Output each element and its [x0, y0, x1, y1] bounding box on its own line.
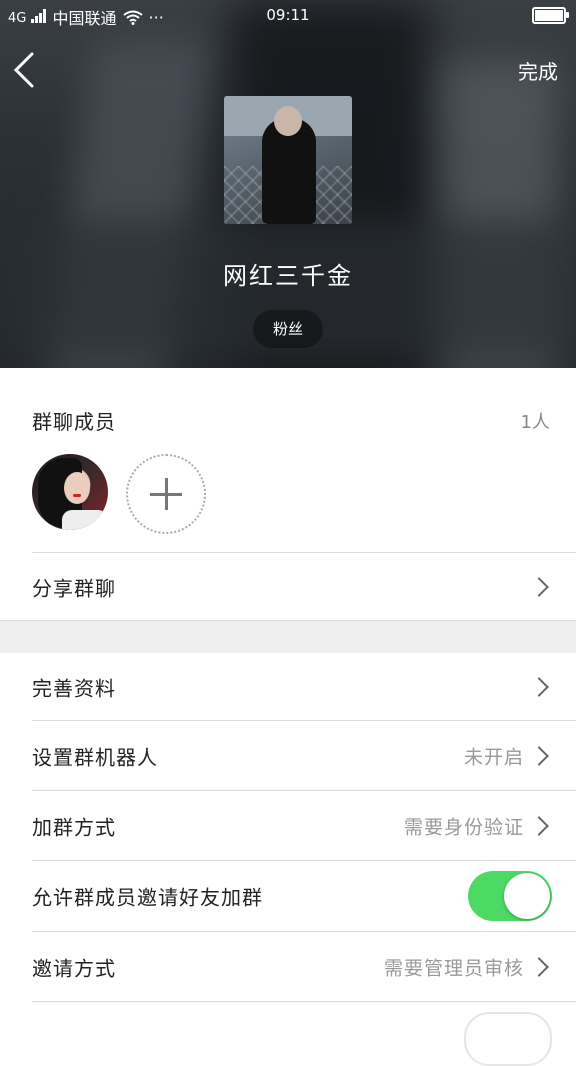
group-avatar[interactable] — [224, 96, 352, 224]
complete-profile-row[interactable]: 完善资料 — [0, 653, 576, 720]
add-member-button[interactable] — [126, 454, 206, 534]
join-method-row[interactable]: 加群方式 需要身份验证 — [0, 791, 576, 860]
invite-method-row[interactable]: 邀请方式 需要管理员审核 — [0, 932, 576, 1001]
done-button[interactable]: 完成 — [518, 56, 558, 85]
group-robot-label: 设置群机器人 — [32, 745, 158, 769]
share-group-row[interactable]: 分享群聊 — [0, 553, 576, 620]
allow-invite-toggle[interactable] — [468, 871, 552, 921]
chevron-right-icon — [529, 956, 549, 977]
group-header: 4G 中国联通 ··· 09:11 完成 网红三千金 粉丝 — [0, 0, 576, 368]
allow-invite-label: 允许群成员邀请好友加群 — [32, 885, 263, 910]
join-method-value: 需要身份验证 — [403, 816, 524, 838]
allow-invite-row: 允许群成员邀请好友加群 — [0, 861, 576, 931]
next-toggle[interactable] — [464, 1012, 552, 1066]
invite-method-label: 邀请方式 — [32, 956, 116, 980]
chevron-right-icon — [529, 815, 549, 836]
battery-icon — [532, 7, 569, 24]
join-method-label: 加群方式 — [32, 815, 116, 839]
members-title: 群聊成员 — [32, 410, 116, 434]
clock: 09:11 — [266, 6, 310, 24]
chevron-right-icon — [529, 745, 549, 766]
chevron-right-icon — [529, 676, 549, 697]
toggle-knob — [504, 873, 550, 919]
complete-profile-label: 完善资料 — [32, 676, 116, 700]
chevron-right-icon — [529, 576, 549, 597]
invite-method-value: 需要管理员审核 — [383, 957, 524, 979]
members-section: 群聊成员 1人 — [0, 368, 576, 552]
status-bar: 4G 中国联通 ··· 09:11 — [0, 0, 576, 30]
group-name: 网红三千金 — [223, 262, 353, 290]
group-robot-value: 未开启 — [463, 746, 524, 768]
chevron-left-icon — [13, 52, 34, 88]
group-robot-row[interactable]: 设置群机器人 未开启 — [0, 721, 576, 790]
member-avatar[interactable] — [32, 454, 108, 530]
group-tag-badge[interactable]: 粉丝 — [253, 310, 323, 348]
back-button[interactable] — [10, 48, 50, 92]
divider — [32, 1001, 576, 1002]
section-gap — [0, 620, 576, 654]
members-count[interactable]: 1人 — [521, 408, 550, 434]
share-group-label: 分享群聊 — [32, 576, 116, 600]
